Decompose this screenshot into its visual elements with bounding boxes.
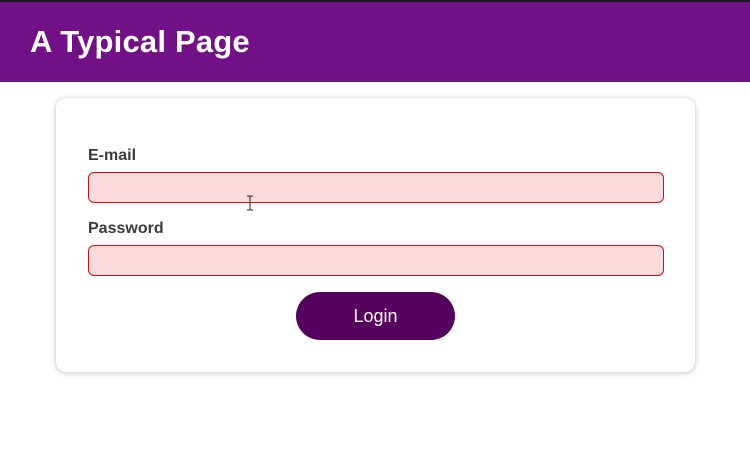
page-title: A Typical Page: [30, 24, 250, 59]
page-header: A Typical Page: [0, 2, 750, 82]
password-label: Password: [88, 220, 164, 237]
password-field[interactable]: [88, 245, 664, 276]
email-field[interactable]: [88, 172, 664, 203]
email-label: E-mail: [88, 147, 137, 164]
login-card: E-mail Password Login: [56, 98, 695, 372]
login-button[interactable]: Login: [296, 292, 455, 340]
